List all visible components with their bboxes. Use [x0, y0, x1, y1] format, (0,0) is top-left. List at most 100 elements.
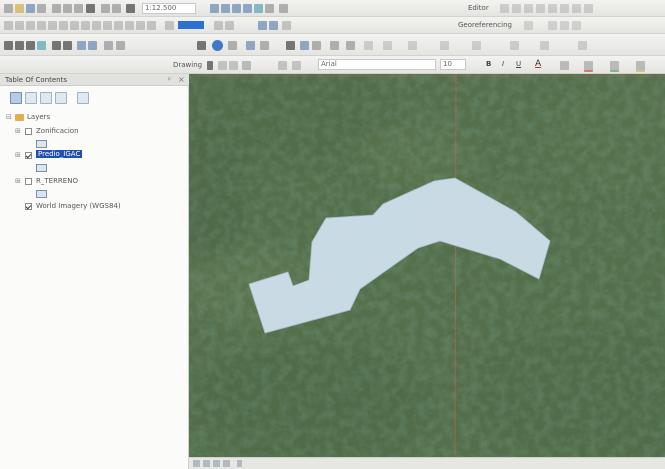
layer-visibility-checkbox[interactable] — [25, 178, 32, 185]
list-by-visibility-icon[interactable] — [40, 92, 52, 104]
georef-viewer-icon[interactable] — [572, 21, 581, 30]
layout-zoom-out-icon[interactable] — [15, 21, 24, 30]
rotate-element-icon[interactable] — [218, 61, 227, 70]
paste-icon[interactable] — [74, 4, 83, 13]
georef-fit-icon[interactable] — [214, 21, 223, 30]
georef-add-control-point-icon[interactable] — [548, 21, 557, 30]
geometric-network-icon[interactable] — [578, 41, 587, 50]
georef-table-icon[interactable] — [269, 21, 278, 30]
marker-color-icon[interactable] — [610, 61, 619, 72]
georef-view-links-icon[interactable] — [560, 21, 569, 30]
convert-text-icon[interactable] — [292, 61, 301, 70]
layout-zoom-in-icon[interactable] — [4, 21, 13, 30]
layout-pan-icon[interactable] — [26, 21, 35, 30]
full-extent-icon[interactable] — [37, 41, 46, 50]
clear-selection-icon[interactable] — [116, 41, 125, 50]
toc-autohide-pin-icon[interactable]: ᵖ — [168, 76, 171, 84]
attributes-icon[interactable] — [572, 4, 581, 13]
select-features-icon[interactable] — [104, 41, 113, 50]
trace-icon[interactable] — [536, 4, 545, 13]
open-folder-icon[interactable] — [15, 4, 24, 13]
underline-button[interactable]: U — [516, 60, 521, 68]
model-builder-icon[interactable] — [279, 4, 288, 13]
zoom-whole-page-icon[interactable] — [37, 21, 46, 30]
layer-label-r-terreno[interactable]: R_TERRENO — [36, 177, 78, 185]
font-color-button[interactable]: A — [535, 59, 541, 69]
parcel-editor-icon[interactable] — [540, 41, 549, 50]
layer-label-zonificacion[interactable]: Zonificacion — [36, 127, 79, 135]
sketch-tool-icon[interactable] — [512, 4, 521, 13]
save-icon[interactable] — [26, 4, 35, 13]
layer-expand-icon[interactable]: ⊞ — [15, 127, 21, 135]
cut-icon[interactable] — [52, 4, 61, 13]
zoom-out-icon[interactable] — [15, 41, 24, 50]
measure-icon[interactable] — [260, 41, 269, 50]
layer-dropdown-icon[interactable] — [165, 21, 174, 30]
font-name-select[interactable]: Arial — [318, 59, 436, 70]
georef-rotate-icon[interactable] — [225, 21, 234, 30]
go-to-xy-icon[interactable] — [246, 41, 255, 50]
go-forward-extent-icon[interactable] — [88, 41, 97, 50]
copy-icon[interactable] — [63, 4, 72, 13]
scroll-left-icon[interactable] — [237, 460, 242, 467]
layer-symbol-swatch[interactable] — [36, 164, 47, 172]
toc-close-icon[interactable]: × — [178, 75, 185, 84]
find-icon[interactable] — [228, 41, 237, 50]
layer-expand-icon[interactable]: ⊞ — [15, 151, 21, 159]
print-icon[interactable] — [37, 4, 46, 13]
undo-icon[interactable] — [101, 4, 110, 13]
zoom-percent-icon[interactable] — [103, 21, 112, 30]
rectangle-draw-icon[interactable] — [242, 61, 251, 70]
html-popup-icon[interactable] — [312, 41, 321, 50]
georeferencing-menu[interactable]: Georeferencing — [458, 21, 512, 29]
pause-drawing-icon[interactable] — [223, 460, 230, 467]
georef-link-icon[interactable] — [258, 21, 267, 30]
measure-distance-icon[interactable] — [364, 41, 373, 50]
new-document-icon[interactable] — [4, 4, 13, 13]
identify-icon[interactable] — [212, 40, 223, 51]
italic-button[interactable]: I — [502, 60, 504, 68]
layer-label-world-imagery[interactable]: World Imagery (WGS84) — [36, 202, 121, 210]
search-window-icon[interactable] — [243, 4, 252, 13]
new-text-dropdown-icon[interactable] — [278, 61, 287, 70]
pan-icon[interactable] — [26, 41, 35, 50]
hyperlink-icon[interactable] — [300, 41, 309, 50]
change-layout-icon[interactable] — [136, 21, 145, 30]
table-of-contents-icon[interactable] — [221, 4, 230, 13]
python-window-icon[interactable] — [265, 4, 274, 13]
fixed-zoom-out-icon[interactable] — [70, 21, 79, 30]
spatial-adjustment-icon[interactable] — [440, 41, 449, 50]
focus-data-frame-icon[interactable] — [125, 21, 134, 30]
topology-icon[interactable] — [408, 41, 417, 50]
layer-expand-icon[interactable]: ⊞ — [15, 177, 21, 185]
catalog-icon[interactable] — [232, 4, 241, 13]
data-view-icon[interactable] — [193, 460, 200, 467]
layout-view-icon[interactable] — [203, 460, 210, 467]
arctoolbox-icon[interactable] — [254, 4, 263, 13]
redo-icon[interactable] — [112, 4, 121, 13]
straight-segment-icon[interactable] — [524, 4, 533, 13]
layer-visibility-checkbox[interactable] — [25, 152, 32, 159]
zoom-100-icon[interactable] — [48, 21, 57, 30]
sketch-properties-icon[interactable] — [584, 4, 593, 13]
zoom-in-icon[interactable] — [4, 41, 13, 50]
previous-extent-icon[interactable] — [81, 21, 90, 30]
toggle-draft-mode-icon[interactable] — [114, 21, 123, 30]
fixed-zoom-out-map-icon[interactable] — [63, 41, 72, 50]
map-view[interactable] — [189, 74, 665, 457]
go-back-extent-icon[interactable] — [77, 41, 86, 50]
delete-icon[interactable] — [86, 4, 95, 13]
layer-visibility-checkbox[interactable] — [25, 203, 32, 210]
zoom-to-selected-elements-icon[interactable] — [229, 61, 238, 70]
layers-root-label[interactable]: Layers — [27, 113, 50, 121]
line-color-icon[interactable] — [584, 61, 593, 72]
fixed-zoom-in-map-icon[interactable] — [52, 41, 61, 50]
active-layer-selector[interactable] — [178, 21, 204, 29]
fixed-zoom-in-icon[interactable] — [59, 21, 68, 30]
layer-visibility-checkbox[interactable] — [25, 128, 32, 135]
select-elements-draw-icon[interactable] — [207, 61, 213, 70]
font-size-select[interactable]: 10 — [440, 59, 466, 70]
create-viewer-window-icon[interactable] — [346, 41, 355, 50]
toc-options-icon[interactable] — [77, 92, 89, 104]
next-extent-icon[interactable] — [92, 21, 101, 30]
